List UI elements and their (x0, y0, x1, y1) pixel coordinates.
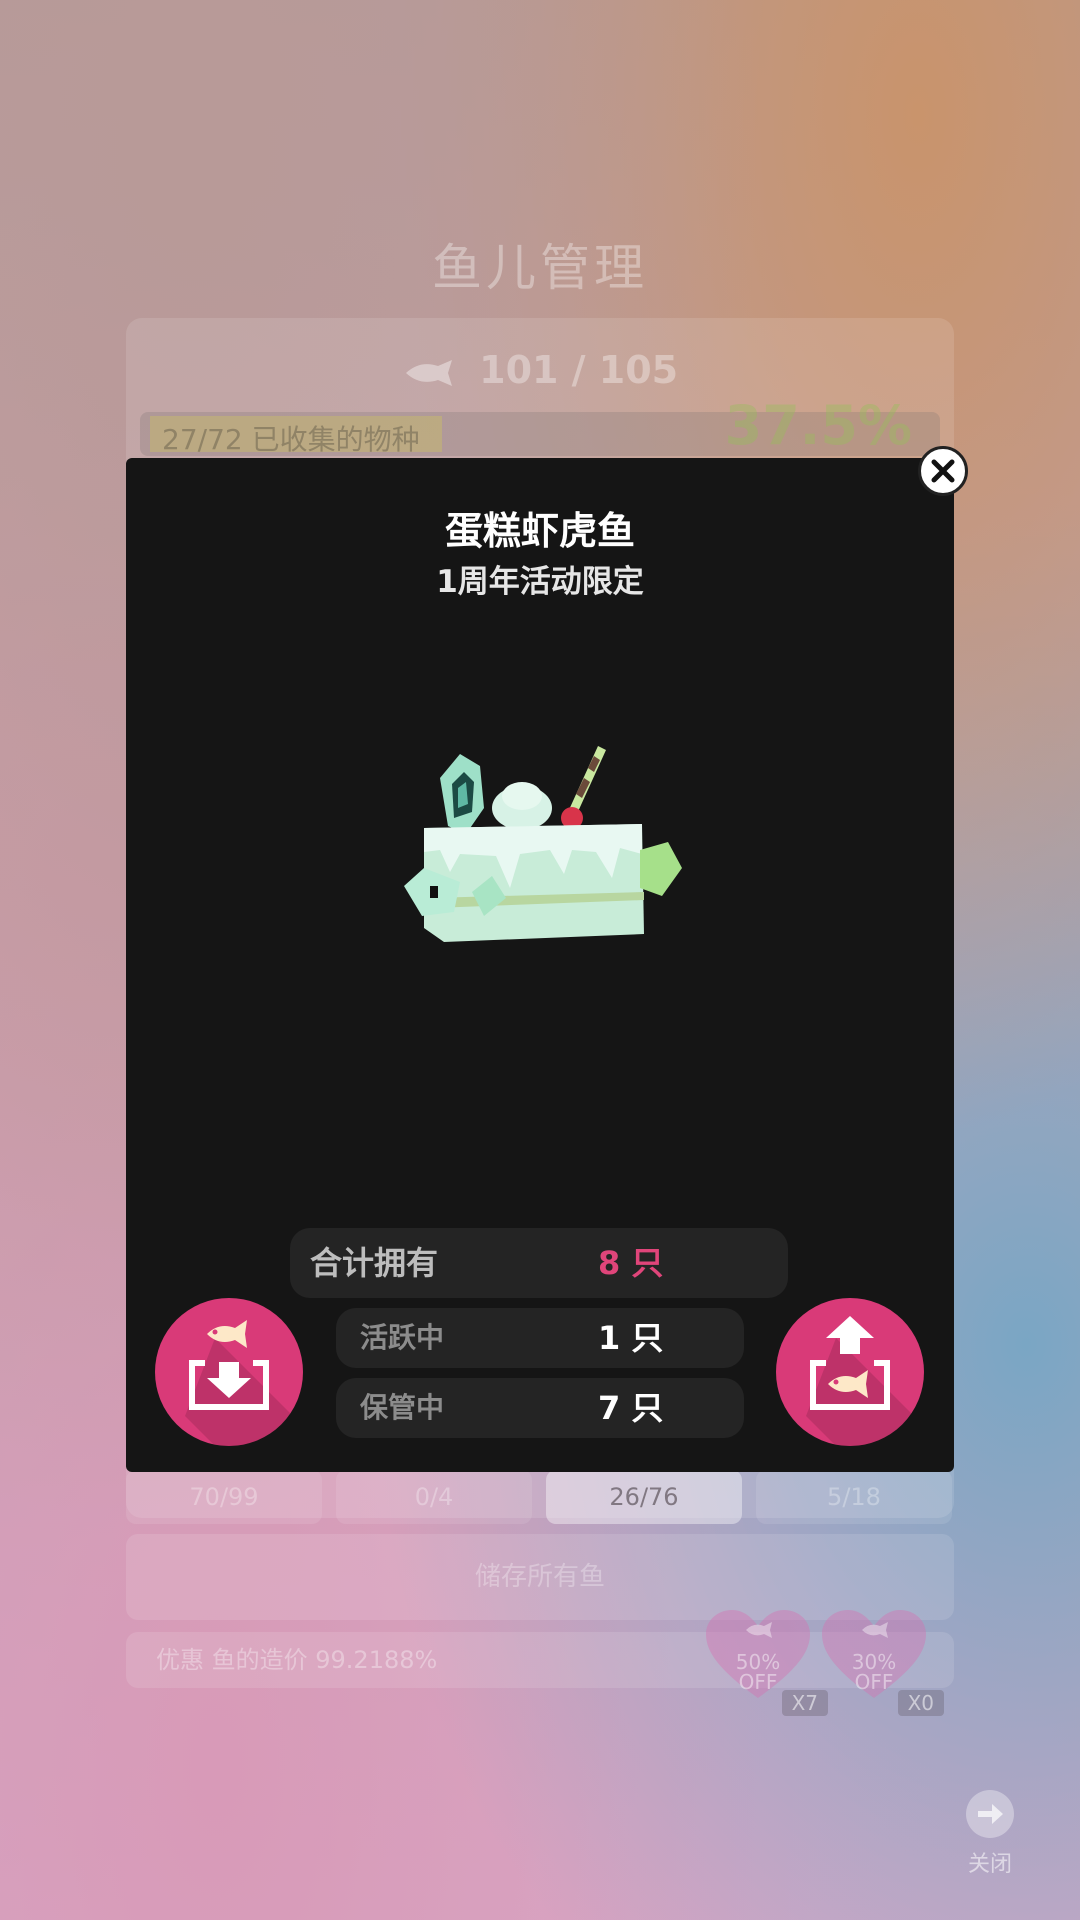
coupon-30-multiplier: X0 (897, 1690, 944, 1716)
collection-progress-text: 27/72 已收集的物种 (162, 423, 420, 456)
tab-4[interactable]: 5/18 (756, 1470, 952, 1524)
tab-2[interactable]: 0/4 (336, 1470, 532, 1524)
modal-close-button[interactable] (918, 446, 968, 496)
active-row: 活跃中 1 只 (336, 1308, 744, 1368)
release-fish-icon (806, 1316, 924, 1446)
release-fish-button[interactable] (776, 1298, 924, 1446)
stored-label: 保管中 (360, 1391, 445, 1424)
close-icon (931, 459, 955, 483)
tab-3[interactable]: 26/76 (546, 1470, 742, 1524)
tab-1[interactable]: 70/99 (126, 1470, 322, 1524)
store-fish-icon (185, 1320, 303, 1446)
close-page-button[interactable]: 关闭 (960, 1790, 1020, 1878)
fish-name: 蛋糕虾虎鱼 (444, 509, 635, 553)
total-owned-row: 合计拥有 8 只 (290, 1228, 788, 1298)
stored-row: 保管中 7 只 (336, 1378, 744, 1438)
total-owned-value: 8 只 (598, 1244, 664, 1282)
close-page-label: 关闭 (967, 1852, 1012, 1877)
fish-icon (405, 359, 452, 386)
fish-count: 101 / 105 (0, 348, 1080, 392)
stored-value: 7 只 (598, 1389, 664, 1427)
total-owned-label: 合计拥有 (310, 1244, 439, 1282)
coupon-50[interactable]: 50% OFF X7 (706, 1610, 828, 1716)
store-all-button[interactable]: 储存所有鱼 (126, 1534, 954, 1620)
active-value: 1 只 (598, 1319, 664, 1357)
store-fish-button[interactable] (155, 1298, 303, 1446)
collection-percent: 37.5% (724, 394, 912, 457)
active-label: 活跃中 (360, 1321, 445, 1354)
arrow-right-icon (966, 1790, 1014, 1838)
fish-count-value: 101 / 105 (479, 348, 679, 392)
coupon-30-label: 30% OFF (851, 1650, 897, 1694)
background-title: 鱼儿管理 (432, 239, 648, 297)
coupon-50-label: 50% OFF (735, 1650, 781, 1694)
fish-subtitle: 1周年活动限定 (436, 564, 644, 600)
coupon-30[interactable]: 30% OFF X0 (822, 1610, 944, 1716)
cake-goby-fish-image (404, 746, 682, 942)
